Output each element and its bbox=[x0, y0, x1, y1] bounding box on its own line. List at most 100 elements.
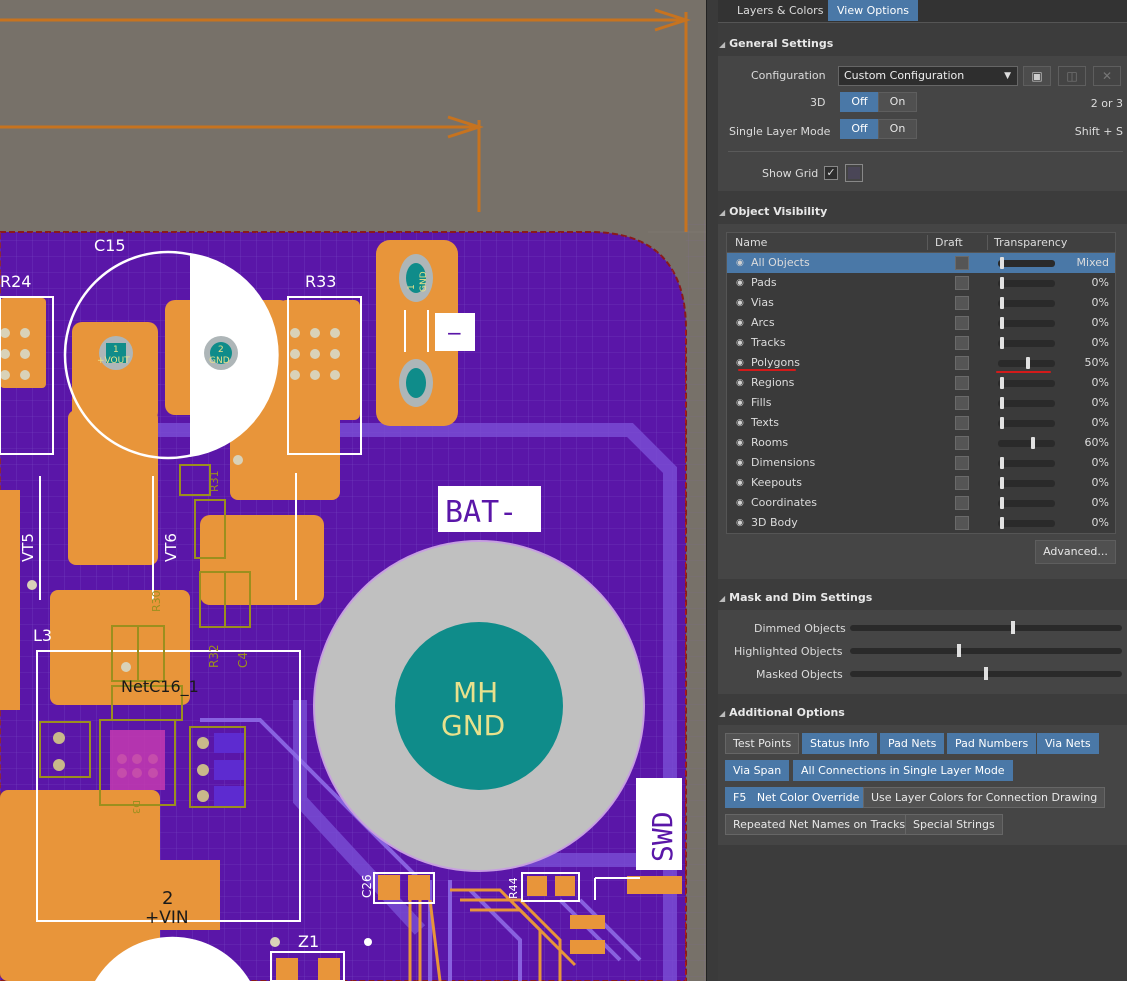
slider-thumb[interactable] bbox=[1000, 477, 1004, 489]
visibility-row-tracks[interactable]: ◉ Tracks 0% bbox=[727, 333, 1115, 353]
visibility-row-rooms[interactable]: ◉ Rooms 60% bbox=[727, 433, 1115, 453]
transparency-slider[interactable] bbox=[998, 480, 1055, 487]
visibility-row-pads[interactable]: ◉ Pads 0% bbox=[727, 273, 1115, 293]
slider-thumb[interactable] bbox=[1000, 257, 1004, 269]
transparency-slider[interactable] bbox=[998, 260, 1055, 267]
show-grid-checkbox[interactable]: ✓ bbox=[824, 166, 838, 180]
eye-icon[interactable]: ◉ bbox=[736, 473, 744, 493]
transparency-slider[interactable] bbox=[998, 440, 1055, 447]
draft-checkbox[interactable] bbox=[955, 376, 969, 390]
draft-checkbox[interactable] bbox=[955, 356, 969, 370]
net-color-override-button[interactable]: F5 Net Color Override bbox=[725, 787, 868, 808]
eye-icon[interactable]: ◉ bbox=[736, 493, 744, 513]
draft-checkbox[interactable] bbox=[955, 276, 969, 290]
eye-icon[interactable]: ◉ bbox=[736, 293, 744, 313]
visibility-row-3d-body[interactable]: ◉ 3D Body 0% bbox=[727, 513, 1115, 533]
object-visibility-header[interactable]: ◢ Object Visibility bbox=[718, 201, 1127, 223]
save-configuration-icon[interactable]: ◫ bbox=[1058, 66, 1086, 86]
transparency-slider[interactable] bbox=[998, 380, 1055, 387]
draft-checkbox[interactable] bbox=[955, 456, 969, 470]
advanced-button[interactable]: Advanced... bbox=[1035, 540, 1116, 564]
visibility-row-arcs[interactable]: ◉ Arcs 0% bbox=[727, 313, 1115, 333]
status-info-button[interactable]: Status Info bbox=[802, 733, 878, 754]
slider-thumb[interactable] bbox=[1010, 621, 1015, 634]
slider-thumb[interactable] bbox=[1000, 417, 1004, 429]
delete-configuration-icon[interactable]: ✕ bbox=[1093, 66, 1121, 86]
masked-objects-slider[interactable] bbox=[850, 667, 1122, 680]
pcb-drawing[interactable]: C15 R24 R33 L3 VT5 VT6 R32 R31 R30 C4 C2… bbox=[0, 0, 706, 981]
pad-numbers-button[interactable]: Pad Numbers bbox=[947, 733, 1037, 754]
transparency-slider[interactable] bbox=[998, 420, 1055, 427]
visibility-row-keepouts[interactable]: ◉ Keepouts 0% bbox=[727, 473, 1115, 493]
eye-icon[interactable]: ◉ bbox=[736, 313, 744, 333]
dimmed-objects-slider[interactable] bbox=[850, 621, 1122, 634]
draft-checkbox[interactable] bbox=[955, 516, 969, 530]
tab-view-options[interactable]: View Options bbox=[828, 0, 919, 21]
slider-thumb[interactable] bbox=[1000, 497, 1004, 509]
configuration-select[interactable]: Custom Configuration ▼ bbox=[838, 66, 1018, 86]
eye-icon[interactable]: ◉ bbox=[736, 433, 744, 453]
slider-thumb[interactable] bbox=[984, 667, 988, 680]
visibility-row-coordinates[interactable]: ◉ Coordinates 0% bbox=[727, 493, 1115, 513]
single-layer-on-button[interactable]: On bbox=[878, 119, 917, 139]
all-connections-single-layer-button[interactable]: All Connections in Single Layer Mode bbox=[793, 760, 1013, 781]
eye-icon[interactable]: ◉ bbox=[736, 273, 744, 293]
visibility-row-regions[interactable]: ◉ Regions 0% bbox=[727, 373, 1115, 393]
transparency-slider[interactable] bbox=[998, 460, 1055, 467]
transparency-slider[interactable] bbox=[998, 340, 1055, 347]
eye-icon[interactable]: ◉ bbox=[736, 253, 744, 273]
visibility-row-dimensions[interactable]: ◉ Dimensions 0% bbox=[727, 453, 1115, 473]
transparency-slider[interactable] bbox=[998, 280, 1055, 287]
draft-checkbox[interactable] bbox=[955, 496, 969, 510]
pcb-canvas[interactable]: C15 R24 R33 L3 VT5 VT6 R32 R31 R30 C4 C2… bbox=[0, 0, 706, 981]
tab-layers-colors[interactable]: Layers & Colors bbox=[728, 0, 832, 21]
add-configuration-icon[interactable]: ▣ bbox=[1023, 66, 1051, 86]
slider-thumb[interactable] bbox=[1000, 377, 1004, 389]
additional-options-header[interactable]: ◢ Additional Options bbox=[718, 702, 1127, 724]
draft-checkbox[interactable] bbox=[955, 416, 969, 430]
pad-nets-button[interactable]: Pad Nets bbox=[880, 733, 945, 754]
repeated-net-names-button[interactable]: Repeated Net Names on Tracks bbox=[725, 814, 914, 835]
3d-off-button[interactable]: Off bbox=[840, 92, 879, 112]
single-layer-off-button[interactable]: Off bbox=[840, 119, 879, 139]
slider-thumb[interactable] bbox=[1000, 517, 1004, 529]
test-points-button[interactable]: Test Points bbox=[725, 733, 800, 754]
eye-icon[interactable]: ◉ bbox=[736, 333, 744, 353]
3d-on-button[interactable]: On bbox=[878, 92, 917, 112]
transparency-slider[interactable] bbox=[998, 300, 1055, 307]
slider-thumb[interactable] bbox=[1025, 357, 1030, 369]
draft-checkbox[interactable] bbox=[955, 256, 969, 270]
transparency-slider[interactable] bbox=[998, 320, 1055, 327]
slider-thumb[interactable] bbox=[1030, 437, 1035, 449]
mask-dim-header[interactable]: ◢ Mask and Dim Settings bbox=[718, 587, 1127, 609]
draft-checkbox[interactable] bbox=[955, 296, 969, 310]
visibility-row-all-objects[interactable]: ◉ All Objects Mixed bbox=[727, 253, 1115, 273]
visibility-row-vias[interactable]: ◉ Vias 0% bbox=[727, 293, 1115, 313]
eye-icon[interactable]: ◉ bbox=[736, 513, 744, 533]
eye-icon[interactable]: ◉ bbox=[736, 413, 744, 433]
draft-checkbox[interactable] bbox=[955, 396, 969, 410]
via-span-button[interactable]: Via Span bbox=[725, 760, 790, 781]
transparency-slider[interactable] bbox=[998, 500, 1055, 507]
use-layer-colors-button[interactable]: Use Layer Colors for Connection Drawing bbox=[863, 787, 1106, 808]
slider-thumb[interactable] bbox=[1000, 277, 1004, 289]
slider-thumb[interactable] bbox=[1000, 317, 1004, 329]
grid-color-swatch[interactable] bbox=[845, 164, 863, 182]
transparency-slider[interactable] bbox=[998, 520, 1055, 527]
slider-thumb[interactable] bbox=[957, 644, 962, 657]
special-strings-button[interactable]: Special Strings bbox=[905, 814, 1003, 835]
draft-checkbox[interactable] bbox=[955, 436, 969, 450]
general-settings-header[interactable]: ◢ General Settings bbox=[718, 33, 1127, 55]
slider-thumb[interactable] bbox=[1000, 397, 1004, 409]
transparency-slider[interactable] bbox=[998, 400, 1055, 407]
via-nets-button[interactable]: Via Nets bbox=[1037, 733, 1099, 754]
draft-checkbox[interactable] bbox=[955, 336, 969, 350]
slider-thumb[interactable] bbox=[1000, 337, 1004, 349]
draft-checkbox[interactable] bbox=[955, 316, 969, 330]
draft-checkbox[interactable] bbox=[955, 476, 969, 490]
eye-icon[interactable]: ◉ bbox=[736, 393, 744, 413]
eye-icon[interactable]: ◉ bbox=[736, 373, 744, 393]
slider-thumb[interactable] bbox=[1000, 457, 1004, 469]
slider-thumb[interactable] bbox=[1000, 297, 1004, 309]
highlighted-objects-slider[interactable] bbox=[850, 644, 1122, 657]
